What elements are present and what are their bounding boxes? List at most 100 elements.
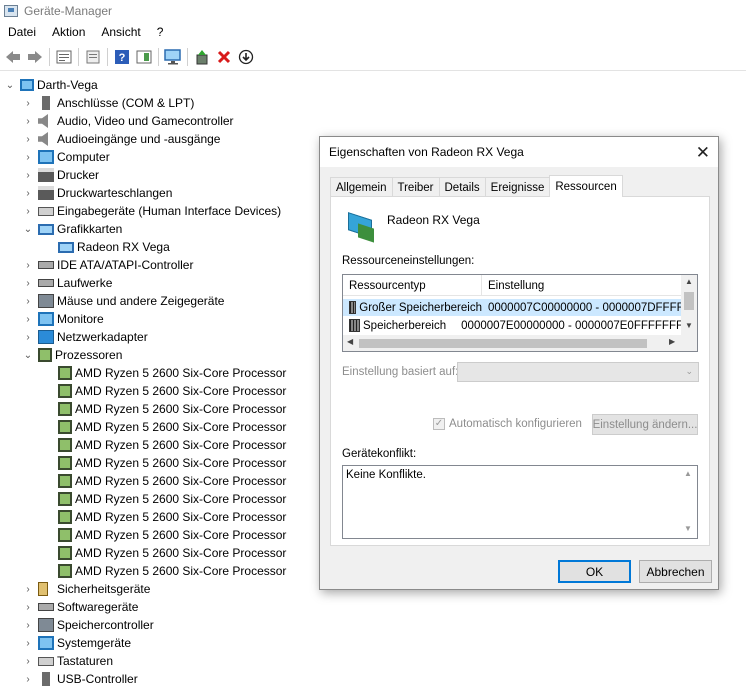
scroll-down-icon[interactable]: ▼ bbox=[681, 321, 697, 330]
tree-category[interactable]: › Softwaregeräte bbox=[0, 598, 320, 616]
based-on-select[interactable]: ⌄ bbox=[457, 362, 699, 382]
change-setting-button[interactable]: Einstellung ändern... bbox=[592, 414, 698, 435]
tree-device-processor[interactable]: AMD Ryzen 5 2600 Six-Core Processor bbox=[0, 436, 320, 454]
chevron-right-icon[interactable]: › bbox=[22, 602, 34, 613]
tree-category[interactable]: › Eingabegeräte (Human Interface Devices) bbox=[0, 202, 320, 220]
properties-icon[interactable] bbox=[53, 46, 75, 68]
table-row[interactable]: Speicherbereich 0000007E00000000 - 00000… bbox=[343, 317, 683, 334]
tab-ereignisse[interactable]: Ereignisse bbox=[484, 177, 551, 197]
tree-category[interactable]: › Anschlüsse (COM & LPT) bbox=[0, 94, 320, 112]
tree-device-processor[interactable]: AMD Ryzen 5 2600 Six-Core Processor bbox=[0, 562, 320, 580]
tree-category[interactable]: › Druckwarteschlangen bbox=[0, 184, 320, 202]
table-row[interactable]: Großer Speicherbereich 0000007C00000000 … bbox=[343, 299, 697, 316]
tree-device-processor[interactable]: AMD Ryzen 5 2600 Six-Core Processor bbox=[0, 472, 320, 490]
tree-device-processor[interactable]: AMD Ryzen 5 2600 Six-Core Processor bbox=[0, 526, 320, 544]
chevron-right-icon[interactable]: › bbox=[22, 314, 34, 325]
tree-device-processor[interactable]: AMD Ryzen 5 2600 Six-Core Processor bbox=[0, 382, 320, 400]
tree-category[interactable]: › Audio, Video und Gamecontroller bbox=[0, 112, 320, 130]
net-icon bbox=[38, 330, 54, 344]
conflict-textbox[interactable]: Keine Konflikte. ▲ ▼ bbox=[342, 465, 698, 539]
chevron-right-icon[interactable]: › bbox=[22, 98, 34, 109]
forward-arrow-icon[interactable] bbox=[24, 46, 46, 68]
resource-table[interactable]: Ressourcentyp Einstellung Großer Speiche… bbox=[342, 274, 698, 352]
tab-allgemein[interactable]: Allgemein bbox=[330, 177, 393, 197]
scroll-thumb[interactable] bbox=[684, 292, 694, 310]
chevron-down-icon[interactable]: ⌄ bbox=[4, 80, 16, 91]
tree-root[interactable]: ⌄ Darth-Vega bbox=[0, 76, 320, 94]
chevron-right-icon[interactable]: › bbox=[22, 278, 34, 289]
tree-device-processor[interactable]: AMD Ryzen 5 2600 Six-Core Processor bbox=[0, 400, 320, 418]
tree-category[interactable]: › Mäuse und andere Zeigegeräte bbox=[0, 292, 320, 310]
chevron-right-icon[interactable]: › bbox=[22, 638, 34, 649]
tree-category[interactable]: › Speichercontroller bbox=[0, 616, 320, 634]
scroll-down-icon[interactable]: ▼ bbox=[684, 524, 692, 533]
chevron-right-icon[interactable]: › bbox=[22, 170, 34, 181]
menu-datei[interactable]: Datei bbox=[0, 25, 44, 39]
tree-category-grafikkarten[interactable]: ⌄ Grafikkarten bbox=[0, 220, 320, 238]
tree-category-prozessoren[interactable]: ⌄ Prozessoren bbox=[0, 346, 320, 364]
chevron-right-icon[interactable]: › bbox=[22, 296, 34, 307]
scroll-left-icon[interactable]: ◀ bbox=[347, 337, 353, 346]
tree-category[interactable]: › Netzwerkadapter bbox=[0, 328, 320, 346]
chevron-right-icon[interactable]: › bbox=[22, 134, 34, 145]
scroll-up-icon[interactable]: ▲ bbox=[684, 469, 692, 478]
list-view-icon[interactable] bbox=[82, 46, 104, 68]
tree-category[interactable]: › IDE ATA/ATAPI-Controller bbox=[0, 256, 320, 274]
chevron-right-icon[interactable]: › bbox=[22, 260, 34, 271]
column-header-type[interactable]: Ressourcentyp bbox=[343, 275, 482, 296]
tree-device-processor[interactable]: AMD Ryzen 5 2600 Six-Core Processor bbox=[0, 490, 320, 508]
chevron-right-icon[interactable]: › bbox=[22, 332, 34, 343]
processor-icon bbox=[58, 456, 72, 470]
column-header-setting[interactable]: Einstellung bbox=[482, 275, 544, 296]
auto-config-checkbox[interactable]: ✓ bbox=[433, 418, 445, 430]
monitor-scan-icon[interactable] bbox=[162, 46, 184, 68]
tab-treiber[interactable]: Treiber bbox=[391, 177, 440, 197]
tree-category[interactable]: › USB-Controller bbox=[0, 670, 320, 688]
chevron-right-icon[interactable]: › bbox=[22, 152, 34, 163]
help-icon[interactable]: ? bbox=[111, 46, 133, 68]
tree-category[interactable]: › Laufwerke bbox=[0, 274, 320, 292]
tree-category[interactable]: › Tastaturen bbox=[0, 652, 320, 670]
update-driver-icon[interactable] bbox=[191, 46, 213, 68]
tree-category[interactable]: › Audioeingänge und -ausgänge bbox=[0, 130, 320, 148]
chevron-down-icon[interactable]: ⌄ bbox=[22, 224, 34, 235]
chevron-down-icon[interactable]: ⌄ bbox=[22, 350, 34, 361]
chevron-right-icon[interactable]: › bbox=[22, 620, 34, 631]
tree-device-processor[interactable]: AMD Ryzen 5 2600 Six-Core Processor bbox=[0, 454, 320, 472]
tree-device-processor[interactable]: AMD Ryzen 5 2600 Six-Core Processor bbox=[0, 364, 320, 382]
close-icon[interactable]: ✕ bbox=[696, 143, 710, 163]
chevron-right-icon[interactable]: › bbox=[22, 116, 34, 127]
action-pane-icon[interactable] bbox=[133, 46, 155, 68]
menu-help[interactable]: ? bbox=[149, 25, 172, 39]
chevron-right-icon[interactable]: › bbox=[22, 584, 34, 595]
scroll-thumb[interactable] bbox=[359, 339, 647, 348]
tree-device-processor[interactable]: AMD Ryzen 5 2600 Six-Core Processor bbox=[0, 508, 320, 526]
ok-button[interactable]: OK bbox=[558, 560, 631, 583]
horizontal-scrollbar[interactable]: ◀ ▶ bbox=[343, 335, 697, 351]
cancel-button[interactable]: Abbrechen bbox=[639, 560, 712, 583]
uninstall-icon[interactable] bbox=[213, 46, 235, 68]
menu-aktion[interactable]: Aktion bbox=[44, 25, 93, 39]
display-adapter-icon bbox=[58, 241, 74, 253]
tab-ressourcen[interactable]: Ressourcen bbox=[549, 175, 623, 197]
scroll-right-icon[interactable]: ▶ bbox=[669, 337, 675, 346]
vertical-scrollbar[interactable]: ▲ ▼ bbox=[681, 275, 697, 336]
menu-ansicht[interactable]: Ansicht bbox=[93, 25, 148, 39]
tree-device-processor[interactable]: AMD Ryzen 5 2600 Six-Core Processor bbox=[0, 544, 320, 562]
tree-category[interactable]: › Systemgeräte bbox=[0, 634, 320, 652]
chevron-right-icon[interactable]: › bbox=[22, 674, 34, 685]
chevron-right-icon[interactable]: › bbox=[22, 206, 34, 217]
download-icon[interactable] bbox=[235, 46, 257, 68]
tree-device-radeon[interactable]: Radeon RX Vega bbox=[0, 238, 320, 256]
chevron-right-icon[interactable]: › bbox=[22, 188, 34, 199]
tree-category[interactable]: › Sicherheitsgeräte bbox=[0, 580, 320, 598]
tab-details[interactable]: Details bbox=[438, 177, 486, 197]
tree-category[interactable]: › Drucker bbox=[0, 166, 320, 184]
back-arrow-icon[interactable] bbox=[2, 46, 24, 68]
chevron-right-icon[interactable]: › bbox=[22, 656, 34, 667]
tree-category[interactable]: › Computer bbox=[0, 148, 320, 166]
vertical-scrollbar[interactable]: ▲ ▼ bbox=[681, 466, 697, 538]
tree-device-processor[interactable]: AMD Ryzen 5 2600 Six-Core Processor bbox=[0, 418, 320, 436]
scroll-up-icon[interactable]: ▲ bbox=[681, 277, 697, 286]
tree-category[interactable]: › Monitore bbox=[0, 310, 320, 328]
